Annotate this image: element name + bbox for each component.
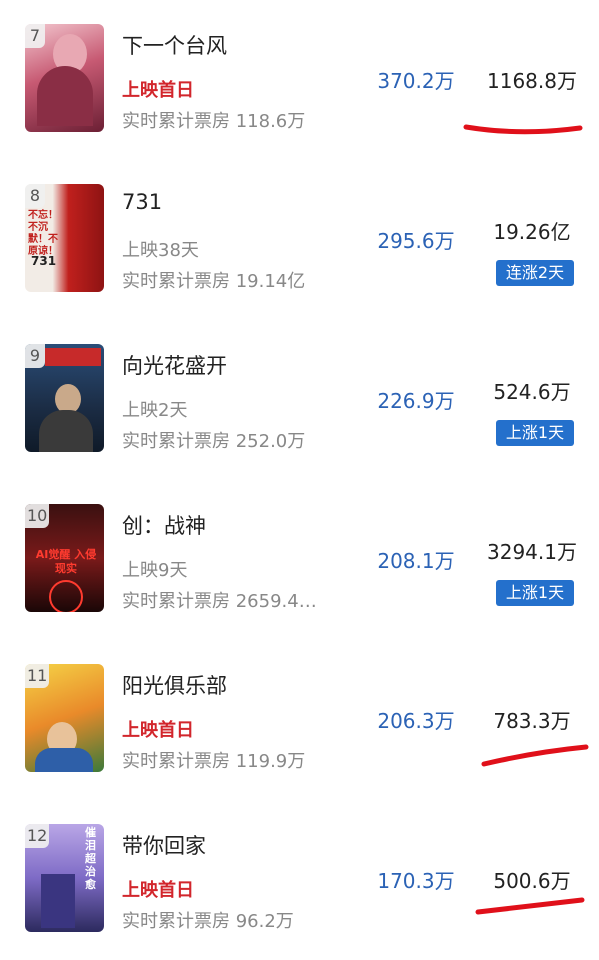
rank-badge: 7	[25, 24, 45, 48]
movie-row[interactable]: 11 阳光俱乐部 上映首日 实时累计票房 119.9万 206.3万 783.3…	[0, 640, 599, 800]
poster-slogan: 不忘！不沉默！不原谅！	[28, 210, 58, 257]
movie-poster[interactable]: 10 AI觉醒 入侵现实	[25, 504, 104, 612]
daily-box-office: 208.1万	[377, 549, 455, 573]
rank-badge: 11	[25, 664, 50, 688]
release-status: 上映38天	[122, 240, 199, 261]
rank-badge: 10	[25, 504, 50, 528]
cumulative-box-office: 3294.1万	[487, 540, 577, 564]
red-underline-annotation	[463, 124, 583, 135]
poster-slogan: AI觉醒 入侵现实	[35, 548, 97, 575]
red-underline-annotation	[475, 897, 585, 915]
total-box-office: 实时累计票房 2659.4…	[122, 591, 317, 612]
movie-row[interactable]: 12 催泪超治愈 带你回家 上映首日 实时累计票房 96.2万 170.3万 5…	[0, 800, 599, 960]
movie-row[interactable]: 10 AI觉醒 入侵现实 创：战神 上映9天 实时累计票房 2659.4… 20…	[0, 480, 599, 640]
daily-box-office: 226.9万	[377, 389, 455, 413]
movie-title: 向光花盛开	[122, 354, 227, 378]
movie-row[interactable]: 8 不忘！不沉默！不原谅！ 731 731 上映38天 实时累计票房 19.14…	[0, 160, 599, 320]
trend-badge: 上涨1天	[496, 580, 574, 606]
rank-badge: 12	[25, 824, 50, 848]
movie-poster[interactable]: 9	[25, 344, 104, 452]
rank-badge: 9	[25, 344, 45, 368]
release-status: 上映9天	[122, 560, 188, 581]
movie-title: 创：战神	[122, 514, 206, 538]
total-box-office: 实时累计票房 252.0万	[122, 431, 306, 452]
movie-poster[interactable]: 8 不忘！不沉默！不原谅！ 731	[25, 184, 104, 292]
trend-badge: 连涨2天	[496, 260, 574, 286]
movie-row[interactable]: 9 向光花盛开 上映2天 实时累计票房 252.0万 226.9万 524.6万…	[0, 320, 599, 480]
movie-row[interactable]: 7 下一个台风 上映首日 实时累计票房 118.6万 370.2万 1168.8…	[0, 0, 599, 160]
trend-badge: 上涨1天	[496, 420, 574, 446]
movie-title: 731	[122, 190, 163, 214]
cumulative-box-office: 19.26亿	[493, 220, 571, 244]
rank-badge: 8	[25, 184, 45, 208]
release-status: 上映2天	[122, 400, 188, 421]
cumulative-box-office: 524.6万	[493, 380, 571, 404]
daily-box-office: 295.6万	[377, 229, 455, 253]
poster-code: 731	[31, 254, 57, 268]
total-box-office: 实时累计票房 19.14亿	[122, 271, 306, 292]
red-underline-annotation	[481, 744, 589, 767]
